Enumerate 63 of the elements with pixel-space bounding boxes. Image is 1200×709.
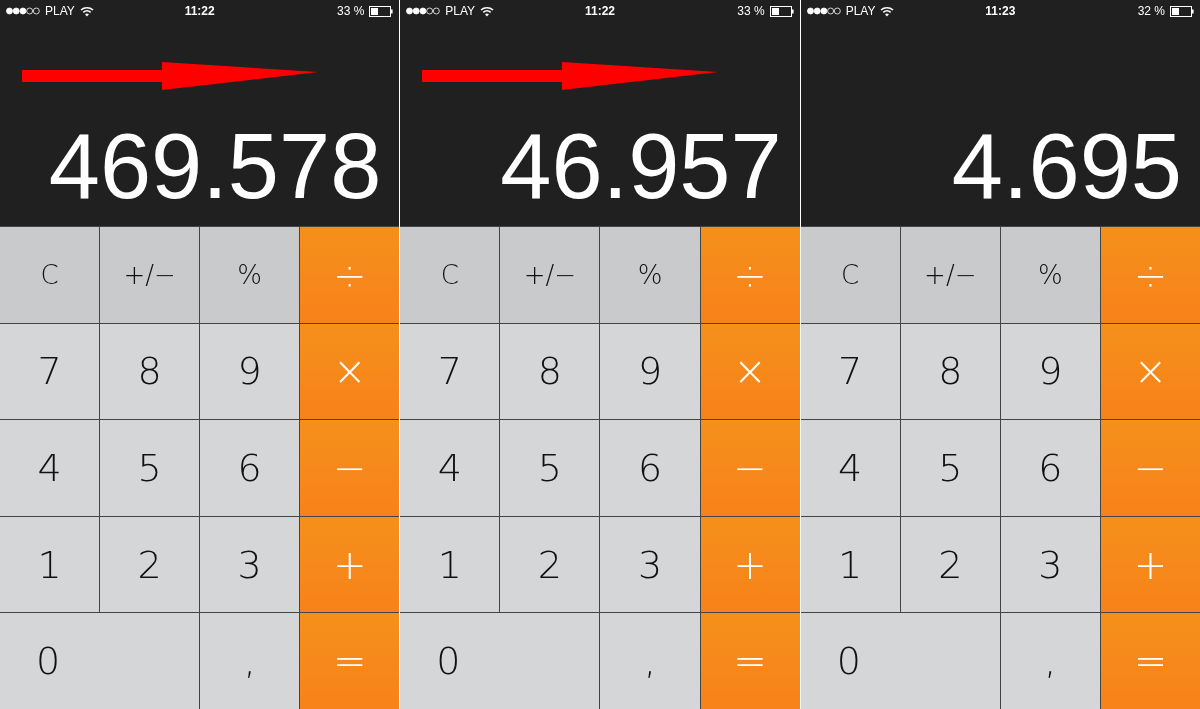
calculator-key[interactable]: 1 bbox=[0, 516, 100, 613]
wifi-icon bbox=[79, 5, 94, 17]
battery-percentage: 32 % bbox=[1137, 4, 1165, 18]
calculator-key[interactable]: % bbox=[200, 227, 300, 323]
battery-icon bbox=[769, 5, 794, 17]
signal-strength-icon bbox=[6, 7, 40, 15]
calculator-key[interactable]: 3 bbox=[600, 516, 700, 613]
calculator-key[interactable]: 7 bbox=[800, 323, 900, 420]
calculator-key[interactable]: , bbox=[200, 613, 300, 709]
calculator-key[interactable]: 8 bbox=[900, 323, 1000, 420]
calculator-key[interactable]: 1 bbox=[400, 516, 500, 613]
calculator-key[interactable]: C bbox=[800, 227, 900, 323]
carrier-name: PLAY bbox=[445, 4, 476, 18]
calculator-key[interactable]: 9 bbox=[600, 323, 700, 420]
calculator-key[interactable]: +/− bbox=[500, 227, 600, 323]
calculator-key[interactable]: 9 bbox=[200, 323, 300, 420]
signal-strength-icon bbox=[406, 7, 441, 15]
calculator-key[interactable]: 7 bbox=[400, 323, 500, 420]
clock-time: 11:22 bbox=[184, 4, 215, 18]
calculator-key[interactable]: , bbox=[1000, 613, 1100, 709]
calculator-key[interactable]: C bbox=[400, 227, 500, 323]
battery-icon bbox=[369, 5, 394, 17]
signal-strength-icon bbox=[806, 7, 841, 15]
calculator-key[interactable]: 7 bbox=[0, 323, 100, 420]
calculator-key[interactable]: 8 bbox=[500, 323, 600, 420]
display-number: 469.578 bbox=[48, 120, 382, 212]
calculator-key[interactable]: 4 bbox=[800, 420, 900, 516]
display-number: 4.695 bbox=[951, 120, 1182, 212]
calculator-key[interactable]: 2 bbox=[500, 516, 600, 613]
wifi-icon bbox=[880, 5, 895, 17]
clock-time: 11:22 bbox=[584, 4, 615, 18]
calculator-key[interactable]: 0 bbox=[0, 613, 200, 709]
calculator-key[interactable]: 9 bbox=[1000, 323, 1100, 420]
carrier-name: PLAY bbox=[45, 4, 75, 18]
clock-time: 11:23 bbox=[985, 4, 1016, 18]
calculator-key[interactable]: 2 bbox=[900, 516, 1000, 613]
display-number: 46.957 bbox=[500, 120, 782, 212]
calculator-key[interactable]: C bbox=[0, 227, 100, 323]
calculator-key[interactable]: 5 bbox=[900, 420, 1000, 516]
battery-icon bbox=[1170, 5, 1194, 17]
calculator-key[interactable]: 4 bbox=[0, 420, 100, 516]
calculator-key[interactable]: 5 bbox=[100, 420, 200, 516]
calculator-key[interactable]: 2 bbox=[100, 516, 200, 613]
carrier-name: PLAY bbox=[845, 4, 876, 18]
calculator-key[interactable]: % bbox=[1000, 227, 1100, 323]
wifi-icon bbox=[480, 5, 495, 17]
calculator-key[interactable]: 8 bbox=[100, 323, 200, 420]
calculator-key[interactable]: % bbox=[600, 227, 700, 323]
calculator-key[interactable]: 1 bbox=[800, 516, 900, 613]
calculator-key[interactable]: , bbox=[600, 613, 700, 709]
calculator-key[interactable]: +/− bbox=[100, 227, 200, 323]
calculator-key[interactable]: 4 bbox=[400, 420, 500, 516]
calculator-key[interactable]: 3 bbox=[200, 516, 300, 613]
calculator-key[interactable]: 6 bbox=[600, 420, 700, 516]
calculator-key[interactable]: +/− bbox=[900, 227, 1000, 323]
calculator-key[interactable]: 3 bbox=[1000, 516, 1100, 613]
calculator-key[interactable]: 6 bbox=[200, 420, 300, 516]
calculator-key[interactable]: 5 bbox=[500, 420, 600, 516]
calculator-key[interactable]: 6 bbox=[1000, 420, 1100, 516]
calculator-key[interactable]: 0 bbox=[800, 613, 1000, 709]
battery-percentage: 33 % bbox=[737, 4, 765, 18]
battery-percentage: 33 % bbox=[336, 4, 365, 18]
calculator-key[interactable]: 0 bbox=[400, 613, 600, 709]
